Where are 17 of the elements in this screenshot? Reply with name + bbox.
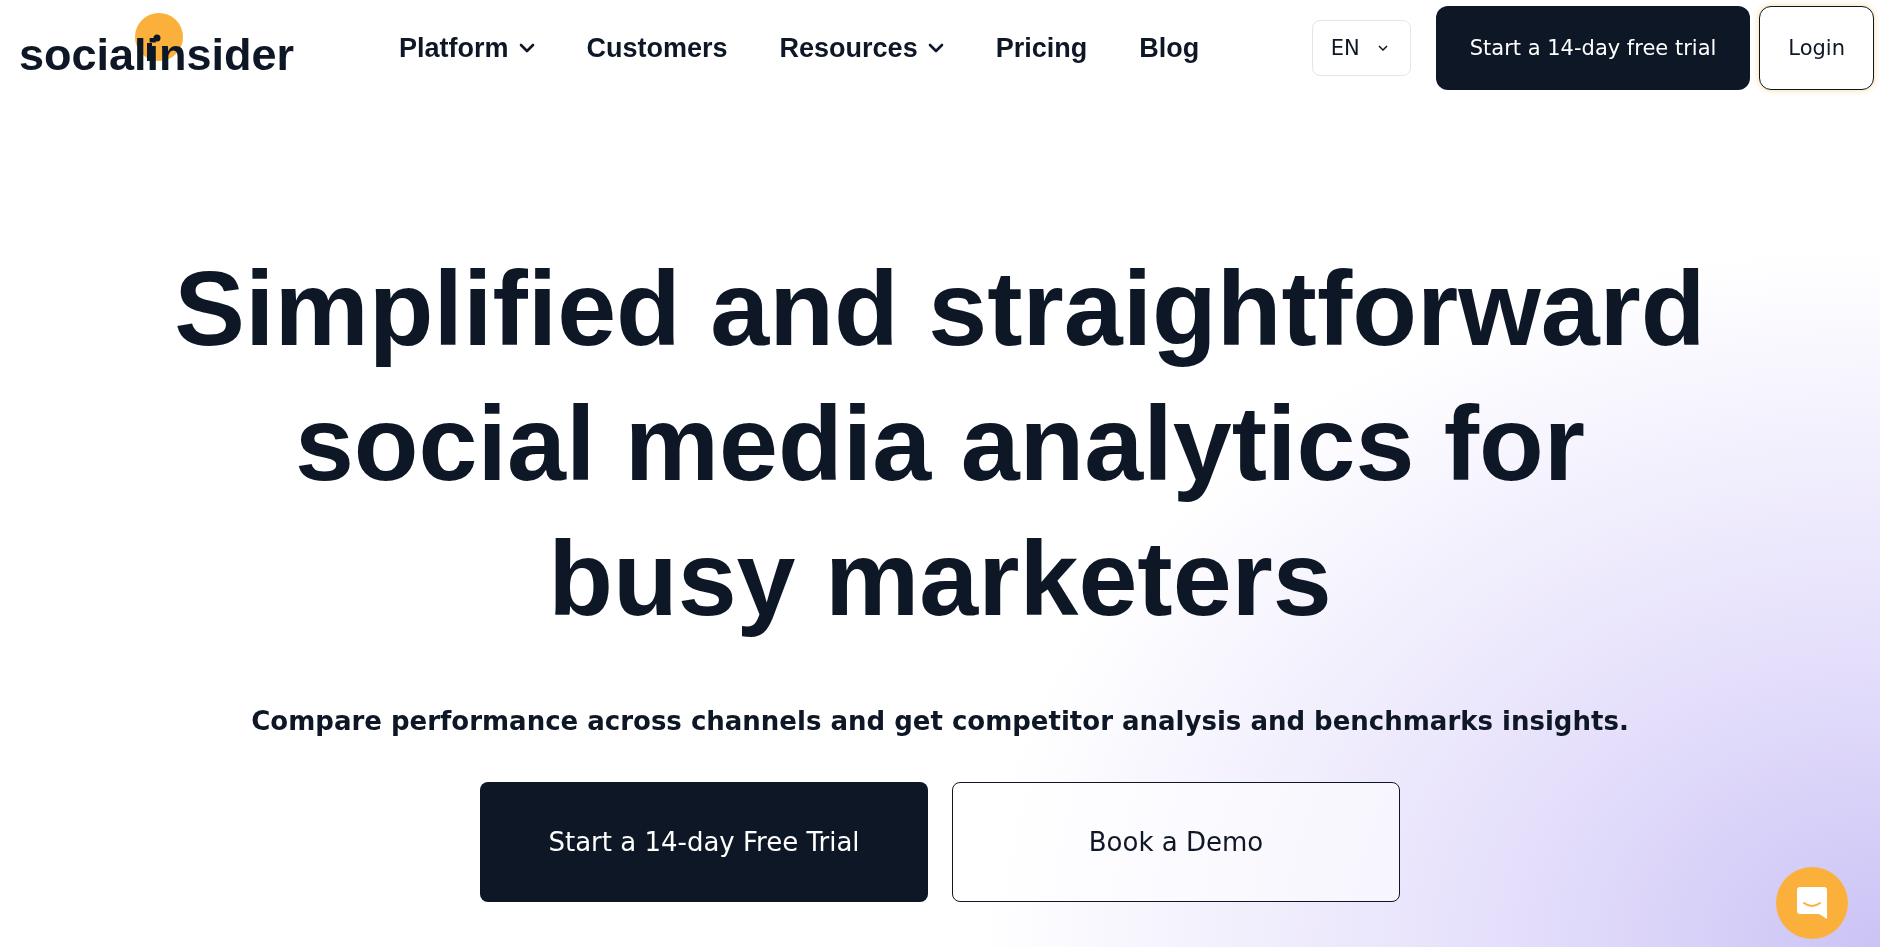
chevron-down-icon (1377, 45, 1388, 51)
login-button[interactable]: Login (1759, 6, 1874, 90)
language-selector[interactable]: EN (1311, 20, 1411, 76)
hero-heading: social media analytics for (294, 383, 1586, 503)
nav-link[interactable]: Pricing (995, 32, 1088, 64)
hero-heading: busy marketers (548, 518, 1332, 638)
book-demo-button[interactable]: Book a Demo (952, 782, 1400, 902)
free-trial-button[interactable]: Start a 14-day Free Trial (480, 782, 928, 902)
nav-dropdown[interactable]: Platform (399, 32, 535, 64)
chat-bubble-icon (1797, 887, 1827, 919)
nav-dropdown[interactable]: Resources (779, 32, 944, 64)
hero-subtitle: Compare performance across channels and get competitor analysis and benchmarks insights. (251, 706, 1629, 736)
nav-link[interactable]: Blog (1139, 32, 1200, 64)
nav-link[interactable]: Customers (586, 32, 728, 64)
logo-wordmark[interactable]: socialinsider (19, 32, 295, 83)
free-trial-button[interactable]: Start a 14-day free trial (1435, 6, 1751, 90)
hero-heading: Simplified and straightforward (174, 248, 1706, 368)
